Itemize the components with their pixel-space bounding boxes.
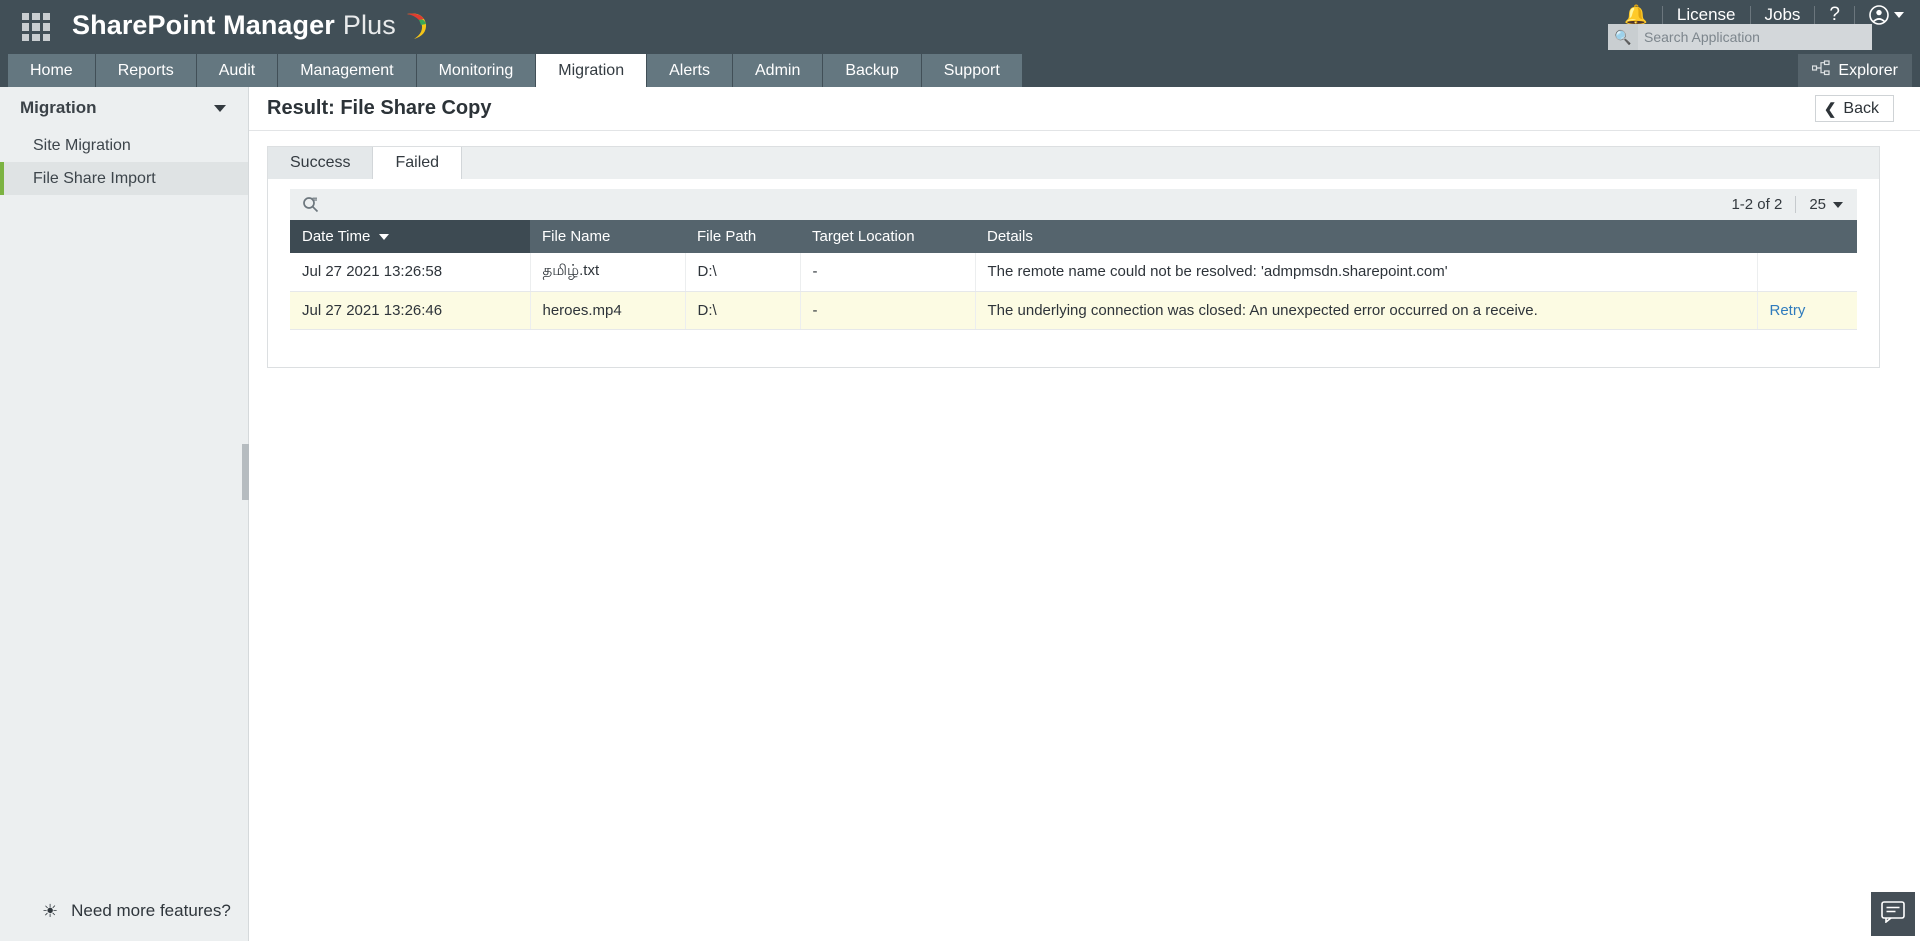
help-icon[interactable]: ? [1829, 4, 1840, 26]
cell-details: The underlying connection was closed: An… [975, 291, 1758, 330]
cell-file-name: heroes.mp4 [530, 291, 686, 330]
divider [1814, 6, 1816, 24]
explorer-label: Explorer [1838, 61, 1898, 79]
sidebar-item-site-migration[interactable]: Site Migration [0, 129, 248, 162]
tab-failed[interactable]: Failed [373, 147, 463, 179]
brand-swoosh-icon [399, 10, 433, 44]
divider [1661, 6, 1663, 24]
lightbulb-icon: ☀ [42, 900, 59, 921]
back-button[interactable]: ❮ Back [1814, 95, 1894, 122]
sort-descending-arrow [379, 234, 390, 241]
nav-tab-backup[interactable]: Backup [823, 54, 921, 87]
table-row[interactable]: Jul 27 2021 13:26:46 heroes.mp4 D:\ - Th… [290, 291, 1857, 330]
cell-action [1757, 253, 1857, 292]
chevron-down-icon[interactable] [214, 104, 226, 112]
notification-bell-icon[interactable]: 🔔 [1624, 6, 1648, 25]
need-more-features-label: Need more features? [71, 901, 231, 920]
column-header-file-path[interactable]: File Path [685, 220, 800, 253]
divider [1854, 6, 1855, 24]
retry-link[interactable]: Retry [1770, 302, 1806, 319]
sitemap-icon [1812, 60, 1831, 81]
top-header-bar: SharePoint Manager Plus 🔔 License Jobs ? [0, 0, 1920, 54]
nav-tab-monitoring[interactable]: Monitoring [416, 54, 536, 87]
column-header-date-time[interactable]: Date Time [290, 220, 530, 253]
cell-date-time: Jul 27 2021 13:26:46 [290, 291, 531, 330]
column-header-details[interactable]: Details [975, 220, 1757, 253]
sidebar-item-file-share-import[interactable]: File Share Import [0, 162, 248, 195]
column-header-file-name[interactable]: File Name [530, 220, 685, 253]
table-toolbar: 1-2 of 2 25 [290, 189, 1857, 220]
cell-target-location: - [800, 253, 976, 292]
failed-results-table: Date Time File Name File Path Target Loc… [290, 220, 1857, 330]
brand-name-light: Plus [342, 10, 396, 40]
column-header-action [1757, 220, 1857, 253]
jobs-link[interactable]: Jobs [1765, 5, 1801, 25]
nav-tab-reports[interactable]: Reports [95, 54, 196, 87]
page-size-value: 25 [1809, 196, 1826, 213]
cell-details: The remote name could not be resolved: '… [975, 253, 1758, 292]
explorer-button[interactable]: Explorer [1798, 54, 1912, 87]
app-grid-icon[interactable] [22, 13, 50, 41]
user-account-icon[interactable] [1869, 5, 1904, 25]
table-header-row: Date Time File Name File Path Target Loc… [290, 220, 1857, 253]
table-container: 1-2 of 2 25 Date Time File Name File Pat… [268, 179, 1879, 330]
search-input[interactable] [1638, 24, 1872, 50]
search-icon: 🔍 [1614, 28, 1632, 45]
main-content: Result: File Share Copy ❮ Back Success F… [249, 87, 1920, 941]
table-pagination: 1-2 of 2 25 [1731, 196, 1843, 213]
nav-tab-support[interactable]: Support [921, 54, 1022, 87]
cell-target-location: - [800, 291, 976, 330]
sidebar-section-migration[interactable]: Migration [0, 87, 248, 129]
cell-file-path: D:\ [685, 253, 801, 292]
nav-tab-alerts[interactable]: Alerts [647, 54, 732, 87]
brand-logo: SharePoint Manager Plus [72, 10, 433, 44]
need-more-features-link[interactable]: ☀ Need more features? [0, 881, 249, 941]
license-link[interactable]: License [1677, 5, 1736, 25]
cell-date-time: Jul 27 2021 13:26:58 [290, 253, 531, 292]
cell-file-name: தமிழ்.txt [530, 253, 686, 292]
nav-tab-management[interactable]: Management [278, 54, 416, 87]
column-header-target-location[interactable]: Target Location [800, 220, 975, 253]
back-label: Back [1843, 99, 1879, 117]
chevron-down-icon [1833, 201, 1843, 208]
divider [1749, 6, 1751, 24]
result-tabs: Success Failed [268, 147, 1879, 179]
table-row[interactable]: Jul 27 2021 13:26:58 தமிழ்.txt D:\ - The… [290, 253, 1857, 292]
nav-tab-migration[interactable]: Migration [536, 54, 647, 87]
brand-name-bold: SharePoint Manager [72, 10, 335, 40]
nav-tab-home[interactable]: Home [8, 54, 95, 87]
table-body: Jul 27 2021 13:26:58 தமிழ்.txt D:\ - The… [290, 253, 1857, 330]
cell-action: Retry [1757, 291, 1857, 330]
sidebar-section-title: Migration [20, 98, 97, 117]
chevron-left-icon: ❮ [1823, 100, 1837, 118]
result-card: Success Failed 1-2 of 2 25 Date Time Fil… [267, 146, 1880, 368]
table-head: Date Time File Name File Path Target Loc… [290, 220, 1857, 253]
column-label: Date Time [302, 228, 371, 245]
main-navigation: Home Reports Audit Management Monitoring… [0, 54, 1920, 87]
chevron-down-icon [1894, 12, 1904, 18]
tabs-filler [462, 147, 1879, 179]
record-range-label: 1-2 of 2 [1731, 196, 1783, 213]
chat-support-button[interactable] [1871, 892, 1915, 936]
page-size-selector[interactable]: 25 [1796, 196, 1843, 213]
sidebar: Migration Site Migration File Share Impo… [0, 87, 249, 941]
table-search-icon[interactable] [302, 196, 319, 213]
tab-success[interactable]: Success [268, 147, 374, 179]
chat-bubble-icon [1881, 900, 1905, 928]
nav-tab-admin[interactable]: Admin [733, 54, 823, 87]
page-header: Result: File Share Copy ❮ Back [249, 87, 1920, 131]
page-title: Result: File Share Copy [267, 97, 492, 119]
nav-tab-audit[interactable]: Audit [196, 54, 278, 87]
cell-file-path: D:\ [685, 291, 801, 330]
global-search[interactable]: 🔍 [1608, 24, 1872, 50]
